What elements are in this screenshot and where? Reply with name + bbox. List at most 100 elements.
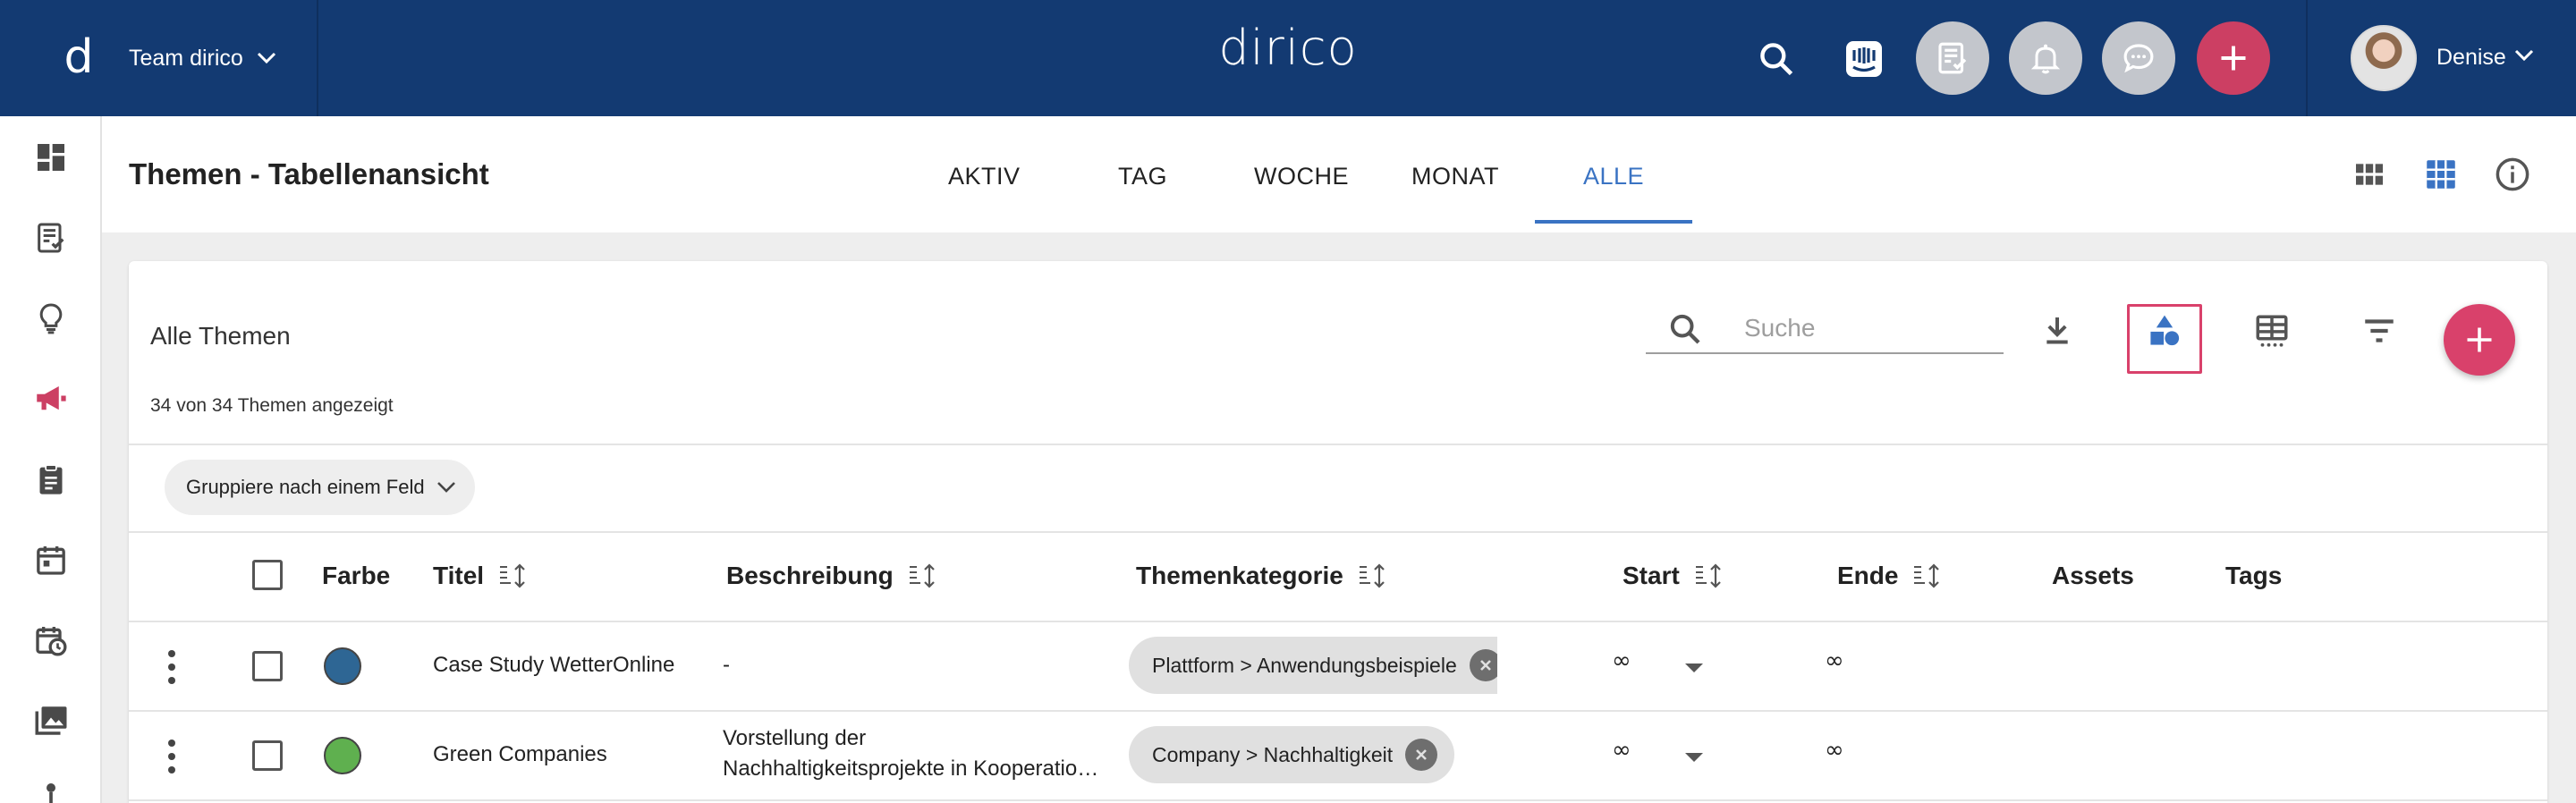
tasks-button[interactable] (1916, 21, 1989, 95)
sort-icon (500, 563, 525, 588)
column-header-tags[interactable]: Tags (2225, 562, 2282, 590)
topic-title[interactable]: Case Study WetterOnline (433, 651, 674, 680)
sidebar-item-topics[interactable] (31, 379, 71, 418)
search-icon (1760, 43, 1793, 76)
divider (129, 621, 2547, 622)
tab-aktiv[interactable]: AKTIV (948, 163, 1021, 190)
sidebar-item-calendar[interactable] (31, 540, 71, 579)
category-chip[interactable]: Company > Nachhaltigkeit (1129, 726, 1454, 783)
plus-icon (2221, 46, 2246, 71)
tab-woche[interactable]: WOCHE (1254, 163, 1349, 190)
checklist-icon (1938, 42, 1967, 74)
info-button[interactable] (2492, 154, 2533, 195)
category-label: Plattform > Anwendungsbeispiele (1152, 653, 1457, 677)
search-field[interactable] (1646, 302, 2004, 354)
category-dropdown-icon[interactable] (1685, 664, 1703, 672)
search-input[interactable] (1744, 311, 1986, 345)
checklist-icon (38, 223, 64, 253)
left-sidebar (0, 116, 102, 803)
start-value: ∞ (1612, 737, 1631, 764)
search-icon (1670, 314, 1700, 344)
tab-monat[interactable]: MONAT (1411, 163, 1499, 190)
sort-icon (909, 563, 935, 588)
sidebar-item-dashboard[interactable] (31, 138, 71, 177)
category-chip-container: Plattform > Anwendungsbeispiele (1129, 637, 1497, 694)
sidebar-item-briefings[interactable] (31, 460, 71, 499)
close-icon (1479, 660, 1491, 671)
column-label: Assets (2052, 562, 2134, 589)
app-name: dirico (1218, 20, 1358, 76)
chip-remove-button[interactable] (1469, 649, 1497, 681)
table-view-icon (2427, 160, 2455, 189)
column-header-ende[interactable]: Ende (1837, 562, 1943, 590)
column-label: Themenkategorie (1136, 562, 1343, 589)
chip-remove-button[interactable] (1405, 739, 1438, 771)
notifications-button[interactable] (2009, 21, 2082, 95)
start-value: ∞ (1612, 647, 1631, 674)
add-topic-button[interactable] (2444, 304, 2515, 376)
topbar-divider (317, 0, 318, 116)
sort-icon (1695, 563, 1721, 588)
user-avatar[interactable] (2351, 25, 2417, 91)
tab-tag[interactable]: TAG (1118, 163, 1167, 190)
topic-title[interactable]: Green Companies (433, 740, 607, 769)
row-checkbox[interactable] (252, 651, 283, 681)
filter-button[interactable] (2358, 309, 2401, 352)
chevron-down-icon (257, 52, 275, 64)
intercom-icon (1846, 41, 1882, 77)
global-search-button[interactable] (1757, 39, 1796, 79)
page-title: Themen - Tabellenansicht (129, 157, 489, 190)
megaphone-icon (37, 386, 66, 410)
table-view-button[interactable] (2420, 154, 2462, 195)
team-switcher[interactable]: Team dirico (129, 39, 277, 77)
column-header-farbe[interactable]: Farbe (322, 562, 390, 590)
column-header-titel[interactable]: Titel (433, 562, 529, 590)
column-header-themenkategorie[interactable]: Themenkategorie (1136, 562, 1388, 590)
images-icon (35, 706, 67, 735)
card-view-button[interactable] (2349, 154, 2390, 195)
column-header-start[interactable]: Start (1623, 562, 1724, 590)
group-by-label: Gruppiere nach einem Feld (186, 476, 425, 498)
shapes-button[interactable] (2143, 309, 2186, 352)
plus-icon (2467, 327, 2492, 352)
category-chip[interactable]: Plattform > Anwendungsbeispiele (1129, 637, 1497, 694)
sort-icon (1359, 563, 1385, 588)
user-name[interactable]: Denise (2436, 45, 2506, 71)
tab-alle[interactable]: ALLE (1583, 163, 1644, 190)
category-dropdown-icon[interactable] (1685, 753, 1703, 762)
sidebar-item-schedule[interactable] (31, 621, 71, 660)
divider (129, 444, 2547, 445)
column-label: Start (1623, 562, 1680, 589)
column-header-assets[interactable]: Assets (2052, 562, 2134, 590)
download-button[interactable] (2036, 309, 2079, 352)
column-label: Beschreibung (726, 562, 894, 589)
topic-description: Vorstellung der (723, 726, 867, 750)
messages-button[interactable] (2102, 21, 2175, 95)
row-menu-icon[interactable] (166, 649, 177, 685)
sidebar-item-more[interactable] (31, 773, 71, 803)
quick-create-button[interactable] (2197, 21, 2270, 95)
sidebar-item-ideas[interactable] (31, 299, 71, 338)
row-menu-icon[interactable] (166, 739, 177, 774)
topic-description-line-2: Nachhaltigkeitsprojekte in Kooperatio… (723, 757, 1099, 781)
sidebar-item-assets[interactable] (31, 701, 71, 740)
column-label: Farbe (322, 562, 391, 589)
group-by-chip[interactable]: Gruppiere nach einem Feld (165, 460, 475, 515)
dirico-logo[interactable]: d (47, 25, 111, 89)
column-header-beschreibung[interactable]: Beschreibung (726, 562, 938, 590)
chevron-down-icon (436, 482, 455, 493)
divider (129, 799, 2547, 801)
active-tab-indicator (1535, 220, 1692, 224)
filter-icon (2365, 319, 2394, 342)
column-label: Ende (1837, 562, 1899, 589)
intercom-button[interactable] (1843, 38, 1885, 80)
shapes-icon (2150, 315, 2180, 346)
select-all-checkbox[interactable] (252, 560, 283, 590)
team-label: Team dirico (129, 45, 243, 71)
row-checkbox[interactable] (252, 740, 283, 771)
calendar-icon (37, 546, 65, 575)
columns-button[interactable] (2250, 309, 2293, 352)
sidebar-item-tasks[interactable] (31, 218, 71, 258)
sort-icon (1914, 563, 1940, 588)
chevron-down-icon[interactable] (2513, 48, 2535, 63)
